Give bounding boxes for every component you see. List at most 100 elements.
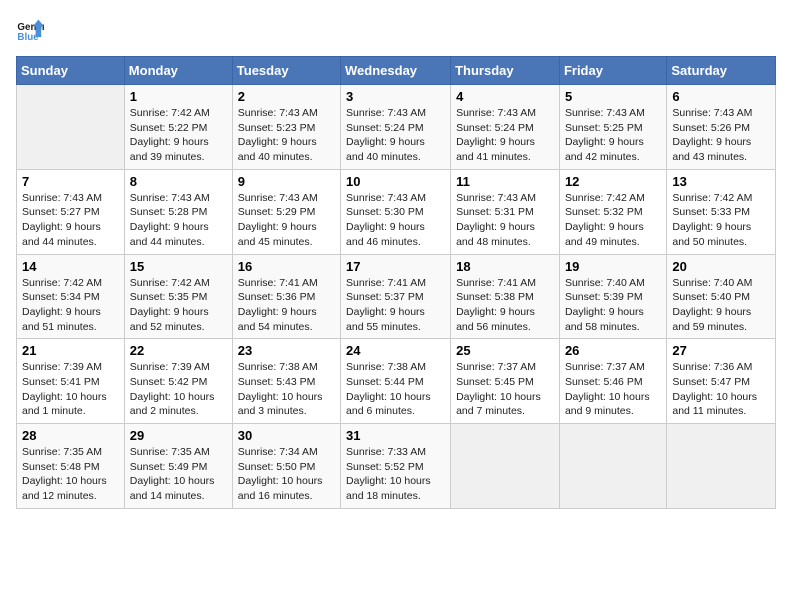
calendar-cell: 19 Sunrise: 7:40 AMSunset: 5:39 PMDayligh…	[559, 254, 666, 339]
calendar-cell: 30 Sunrise: 7:34 AMSunset: 5:50 PMDayligh…	[232, 424, 340, 509]
day-number: 22	[130, 343, 227, 358]
calendar-cell: 24 Sunrise: 7:38 AMSunset: 5:44 PMDayligh…	[341, 339, 451, 424]
day-info: Sunrise: 7:40 AMSunset: 5:39 PMDaylight:…	[565, 276, 661, 335]
day-info: Sunrise: 7:43 AMSunset: 5:26 PMDaylight:…	[672, 106, 770, 165]
calendar-cell: 18 Sunrise: 7:41 AMSunset: 5:38 PMDayligh…	[451, 254, 560, 339]
day-number: 24	[346, 343, 445, 358]
day-info: Sunrise: 7:38 AMSunset: 5:43 PMDaylight:…	[238, 360, 335, 419]
day-info: Sunrise: 7:42 AMSunset: 5:22 PMDaylight:…	[130, 106, 227, 165]
calendar-cell: 29 Sunrise: 7:35 AMSunset: 5:49 PMDayligh…	[124, 424, 232, 509]
calendar-cell: 23Sunrise: 7:38 AMSunset: 5:43 PMDayligh…	[232, 339, 340, 424]
day-number: 25	[456, 343, 554, 358]
day-info: Sunrise: 7:43 AMSunset: 5:23 PMDaylight:…	[238, 106, 335, 165]
logo: General Blue	[16, 16, 48, 44]
day-number: 10	[346, 174, 445, 189]
calendar-cell: 11 Sunrise: 7:43 AMSunset: 5:31 PMDayligh…	[451, 169, 560, 254]
day-info: Sunrise: 7:42 AMSunset: 5:33 PMDaylight:…	[672, 191, 770, 250]
calendar-cell: 15 Sunrise: 7:42 AMSunset: 5:35 PMDayligh…	[124, 254, 232, 339]
day-info: Sunrise: 7:43 AMSunset: 5:31 PMDaylight:…	[456, 191, 554, 250]
calendar-cell: 28 Sunrise: 7:35 AMSunset: 5:48 PMDayligh…	[17, 424, 125, 509]
day-info: Sunrise: 7:43 AMSunset: 5:27 PMDaylight:…	[22, 191, 119, 250]
day-info: Sunrise: 7:39 AMSunset: 5:42 PMDaylight:…	[130, 360, 227, 419]
weekday-header-saturday: Saturday	[667, 57, 776, 85]
day-info: Sunrise: 7:37 AMSunset: 5:46 PMDaylight:…	[565, 360, 661, 419]
weekday-header-wednesday: Wednesday	[341, 57, 451, 85]
day-number: 13	[672, 174, 770, 189]
day-number: 9	[238, 174, 335, 189]
calendar-cell: 1Sunrise: 7:42 AMSunset: 5:22 PMDaylight…	[124, 85, 232, 170]
day-number: 18	[456, 259, 554, 274]
day-number: 16	[238, 259, 335, 274]
day-info: Sunrise: 7:41 AMSunset: 5:36 PMDaylight:…	[238, 276, 335, 335]
day-info: Sunrise: 7:42 AMSunset: 5:35 PMDaylight:…	[130, 276, 227, 335]
day-info: Sunrise: 7:34 AMSunset: 5:50 PMDaylight:…	[238, 445, 335, 504]
week-row-4: 28 Sunrise: 7:35 AMSunset: 5:48 PMDayligh…	[17, 424, 776, 509]
calendar-cell: 10 Sunrise: 7:43 AMSunset: 5:30 PMDayligh…	[341, 169, 451, 254]
day-number: 28	[22, 428, 119, 443]
day-info: Sunrise: 7:38 AMSunset: 5:44 PMDaylight:…	[346, 360, 445, 419]
day-info: Sunrise: 7:42 AMSunset: 5:34 PMDaylight:…	[22, 276, 119, 335]
calendar-cell: 7 Sunrise: 7:43 AMSunset: 5:27 PMDaylight…	[17, 169, 125, 254]
calendar-cell: 25Sunrise: 7:37 AMSunset: 5:45 PMDayligh…	[451, 339, 560, 424]
day-info: Sunrise: 7:41 AMSunset: 5:37 PMDaylight:…	[346, 276, 445, 335]
day-number: 27	[672, 343, 770, 358]
week-row-3: 21 Sunrise: 7:39 AMSunset: 5:41 PMDayligh…	[17, 339, 776, 424]
day-number: 17	[346, 259, 445, 274]
calendar-cell	[559, 424, 666, 509]
week-row-2: 14 Sunrise: 7:42 AMSunset: 5:34 PMDayligh…	[17, 254, 776, 339]
day-number: 4	[456, 89, 554, 104]
calendar-cell: 12Sunrise: 7:42 AMSunset: 5:32 PMDayligh…	[559, 169, 666, 254]
calendar-cell: 31Sunrise: 7:33 AMSunset: 5:52 PMDayligh…	[341, 424, 451, 509]
calendar-cell: 13 Sunrise: 7:42 AMSunset: 5:33 PMDayligh…	[667, 169, 776, 254]
calendar-cell: 9 Sunrise: 7:43 AMSunset: 5:29 PMDaylight…	[232, 169, 340, 254]
day-info: Sunrise: 7:41 AMSunset: 5:38 PMDaylight:…	[456, 276, 554, 335]
calendar-cell: 16 Sunrise: 7:41 AMSunset: 5:36 PMDayligh…	[232, 254, 340, 339]
day-number: 15	[130, 259, 227, 274]
calendar-cell	[17, 85, 125, 170]
week-row-0: 1Sunrise: 7:42 AMSunset: 5:22 PMDaylight…	[17, 85, 776, 170]
day-info: Sunrise: 7:43 AMSunset: 5:24 PMDaylight:…	[456, 106, 554, 165]
day-number: 31	[346, 428, 445, 443]
day-info: Sunrise: 7:43 AMSunset: 5:30 PMDaylight:…	[346, 191, 445, 250]
day-number: 19	[565, 259, 661, 274]
calendar-cell: 6 Sunrise: 7:43 AMSunset: 5:26 PMDaylight…	[667, 85, 776, 170]
day-number: 7	[22, 174, 119, 189]
day-info: Sunrise: 7:35 AMSunset: 5:48 PMDaylight:…	[22, 445, 119, 504]
calendar-cell: 17 Sunrise: 7:41 AMSunset: 5:37 PMDayligh…	[341, 254, 451, 339]
logo-icon: General Blue	[16, 16, 44, 44]
day-number: 11	[456, 174, 554, 189]
calendar-table: SundayMondayTuesdayWednesdayThursdayFrid…	[16, 56, 776, 509]
calendar-body: 1Sunrise: 7:42 AMSunset: 5:22 PMDaylight…	[17, 85, 776, 509]
weekday-header-sunday: Sunday	[17, 57, 125, 85]
weekday-header-tuesday: Tuesday	[232, 57, 340, 85]
day-info: Sunrise: 7:35 AMSunset: 5:49 PMDaylight:…	[130, 445, 227, 504]
calendar-cell: 3Sunrise: 7:43 AMSunset: 5:24 PMDaylight…	[341, 85, 451, 170]
calendar-cell: 4 Sunrise: 7:43 AMSunset: 5:24 PMDaylight…	[451, 85, 560, 170]
calendar-cell: 5Sunrise: 7:43 AMSunset: 5:25 PMDaylight…	[559, 85, 666, 170]
calendar-cell: 20 Sunrise: 7:40 AMSunset: 5:40 PMDayligh…	[667, 254, 776, 339]
day-info: Sunrise: 7:43 AMSunset: 5:29 PMDaylight:…	[238, 191, 335, 250]
day-number: 2	[238, 89, 335, 104]
day-number: 3	[346, 89, 445, 104]
day-number: 30	[238, 428, 335, 443]
day-number: 20	[672, 259, 770, 274]
weekday-header-friday: Friday	[559, 57, 666, 85]
day-number: 21	[22, 343, 119, 358]
weekday-header-row: SundayMondayTuesdayWednesdayThursdayFrid…	[17, 57, 776, 85]
calendar-cell: 21 Sunrise: 7:39 AMSunset: 5:41 PMDayligh…	[17, 339, 125, 424]
day-info: Sunrise: 7:36 AMSunset: 5:47 PMDaylight:…	[672, 360, 770, 419]
calendar-cell	[451, 424, 560, 509]
calendar-cell: 2 Sunrise: 7:43 AMSunset: 5:23 PMDaylight…	[232, 85, 340, 170]
calendar-cell	[667, 424, 776, 509]
day-info: Sunrise: 7:39 AMSunset: 5:41 PMDaylight:…	[22, 360, 119, 419]
day-info: Sunrise: 7:40 AMSunset: 5:40 PMDaylight:…	[672, 276, 770, 335]
calendar-cell: 27 Sunrise: 7:36 AMSunset: 5:47 PMDayligh…	[667, 339, 776, 424]
day-number: 5	[565, 89, 661, 104]
day-number: 29	[130, 428, 227, 443]
week-row-1: 7 Sunrise: 7:43 AMSunset: 5:27 PMDaylight…	[17, 169, 776, 254]
day-number: 14	[22, 259, 119, 274]
day-number: 12	[565, 174, 661, 189]
day-number: 6	[672, 89, 770, 104]
header: General Blue	[16, 16, 776, 44]
day-info: Sunrise: 7:43 AMSunset: 5:28 PMDaylight:…	[130, 191, 227, 250]
